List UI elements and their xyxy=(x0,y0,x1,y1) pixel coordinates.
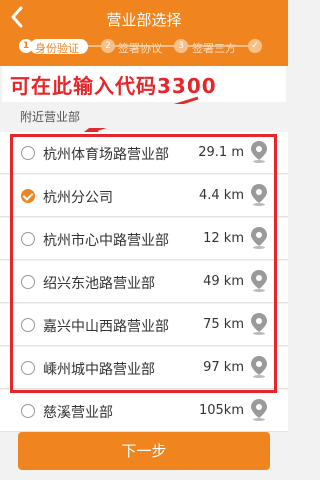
branch-row[interactable]: 杭州体育场路营业部 29.1 m xyxy=(0,132,288,174)
radio-button[interactable] xyxy=(21,361,35,375)
branch-name: 杭州体育场路营业部 xyxy=(43,147,169,163)
branch-name: 嵊州城中路营业部 xyxy=(43,362,155,378)
location-pin-icon[interactable] xyxy=(249,140,269,164)
annotation-hint: 可在此输入代码3300 xyxy=(10,74,217,98)
next-step-button[interactable]: 下一步 xyxy=(18,432,270,470)
location-pin-icon[interactable] xyxy=(249,269,269,293)
radio-button-checked[interactable] xyxy=(21,189,35,203)
radio-button[interactable] xyxy=(21,146,35,160)
branch-distance: 75 km xyxy=(203,317,244,332)
step-1-label: 身份验证 xyxy=(35,42,79,55)
branch-row[interactable]: 杭州分公司 4.4 km xyxy=(0,175,288,217)
branch-distance: 97 km xyxy=(203,360,244,375)
location-pin-icon[interactable] xyxy=(249,355,269,379)
step-2-label: 签署协议 xyxy=(118,42,162,55)
location-pin-icon[interactable] xyxy=(249,312,269,336)
radio-button[interactable] xyxy=(21,275,35,289)
branch-name: 杭州分公司 xyxy=(43,190,113,206)
branch-distance: 49 km xyxy=(203,274,244,289)
branch-name: 绍兴东池路营业部 xyxy=(43,276,155,292)
branch-distance: 4.4 km xyxy=(199,188,244,203)
location-pin-icon[interactable] xyxy=(249,398,269,422)
header-bar: 营业部选择 1 身份验证 2 签署协议 3 签署三方 ✓ xyxy=(0,0,288,66)
step-3-number: 3 xyxy=(174,39,188,53)
branch-name: 嘉兴中山西路营业部 xyxy=(43,319,169,335)
branch-distance: 105km xyxy=(198,403,244,418)
branch-row[interactable]: 嘉兴中山西路营业部 75 km xyxy=(0,304,288,346)
location-pin-icon[interactable] xyxy=(249,226,269,250)
radio-button[interactable] xyxy=(21,404,35,418)
section-header: 附近营业部 xyxy=(0,104,288,128)
branch-distance: 12 km xyxy=(203,231,244,246)
branch-name: 慈溪营业部 xyxy=(43,405,113,421)
branch-name: 杭州市心中路营业部 xyxy=(43,233,169,249)
step-2-number: 2 xyxy=(101,39,115,53)
step-1-number: 1 xyxy=(19,39,33,53)
page-title: 营业部选择 xyxy=(106,11,182,29)
branch-row[interactable]: 嵊州城中路营业部 97 km xyxy=(0,347,288,389)
branch-row[interactable]: 杭州市心中路营业部 12 km xyxy=(0,218,288,260)
branch-distance: 29.1 m xyxy=(198,145,244,160)
branch-row[interactable]: 绍兴东池路营业部 49 km xyxy=(0,261,288,303)
section-label: 附近营业部 xyxy=(20,110,81,124)
progress-steps: 1 身份验证 2 签署协议 3 签署三方 ✓ xyxy=(0,34,288,66)
radio-button[interactable] xyxy=(21,318,35,332)
branch-row[interactable]: 慈溪营业部 105km xyxy=(0,390,288,432)
step-3-label: 签署三方 xyxy=(192,42,236,55)
radio-button[interactable] xyxy=(21,232,35,246)
location-pin-icon[interactable] xyxy=(249,183,269,207)
step-complete-check-icon: ✓ xyxy=(248,39,262,53)
